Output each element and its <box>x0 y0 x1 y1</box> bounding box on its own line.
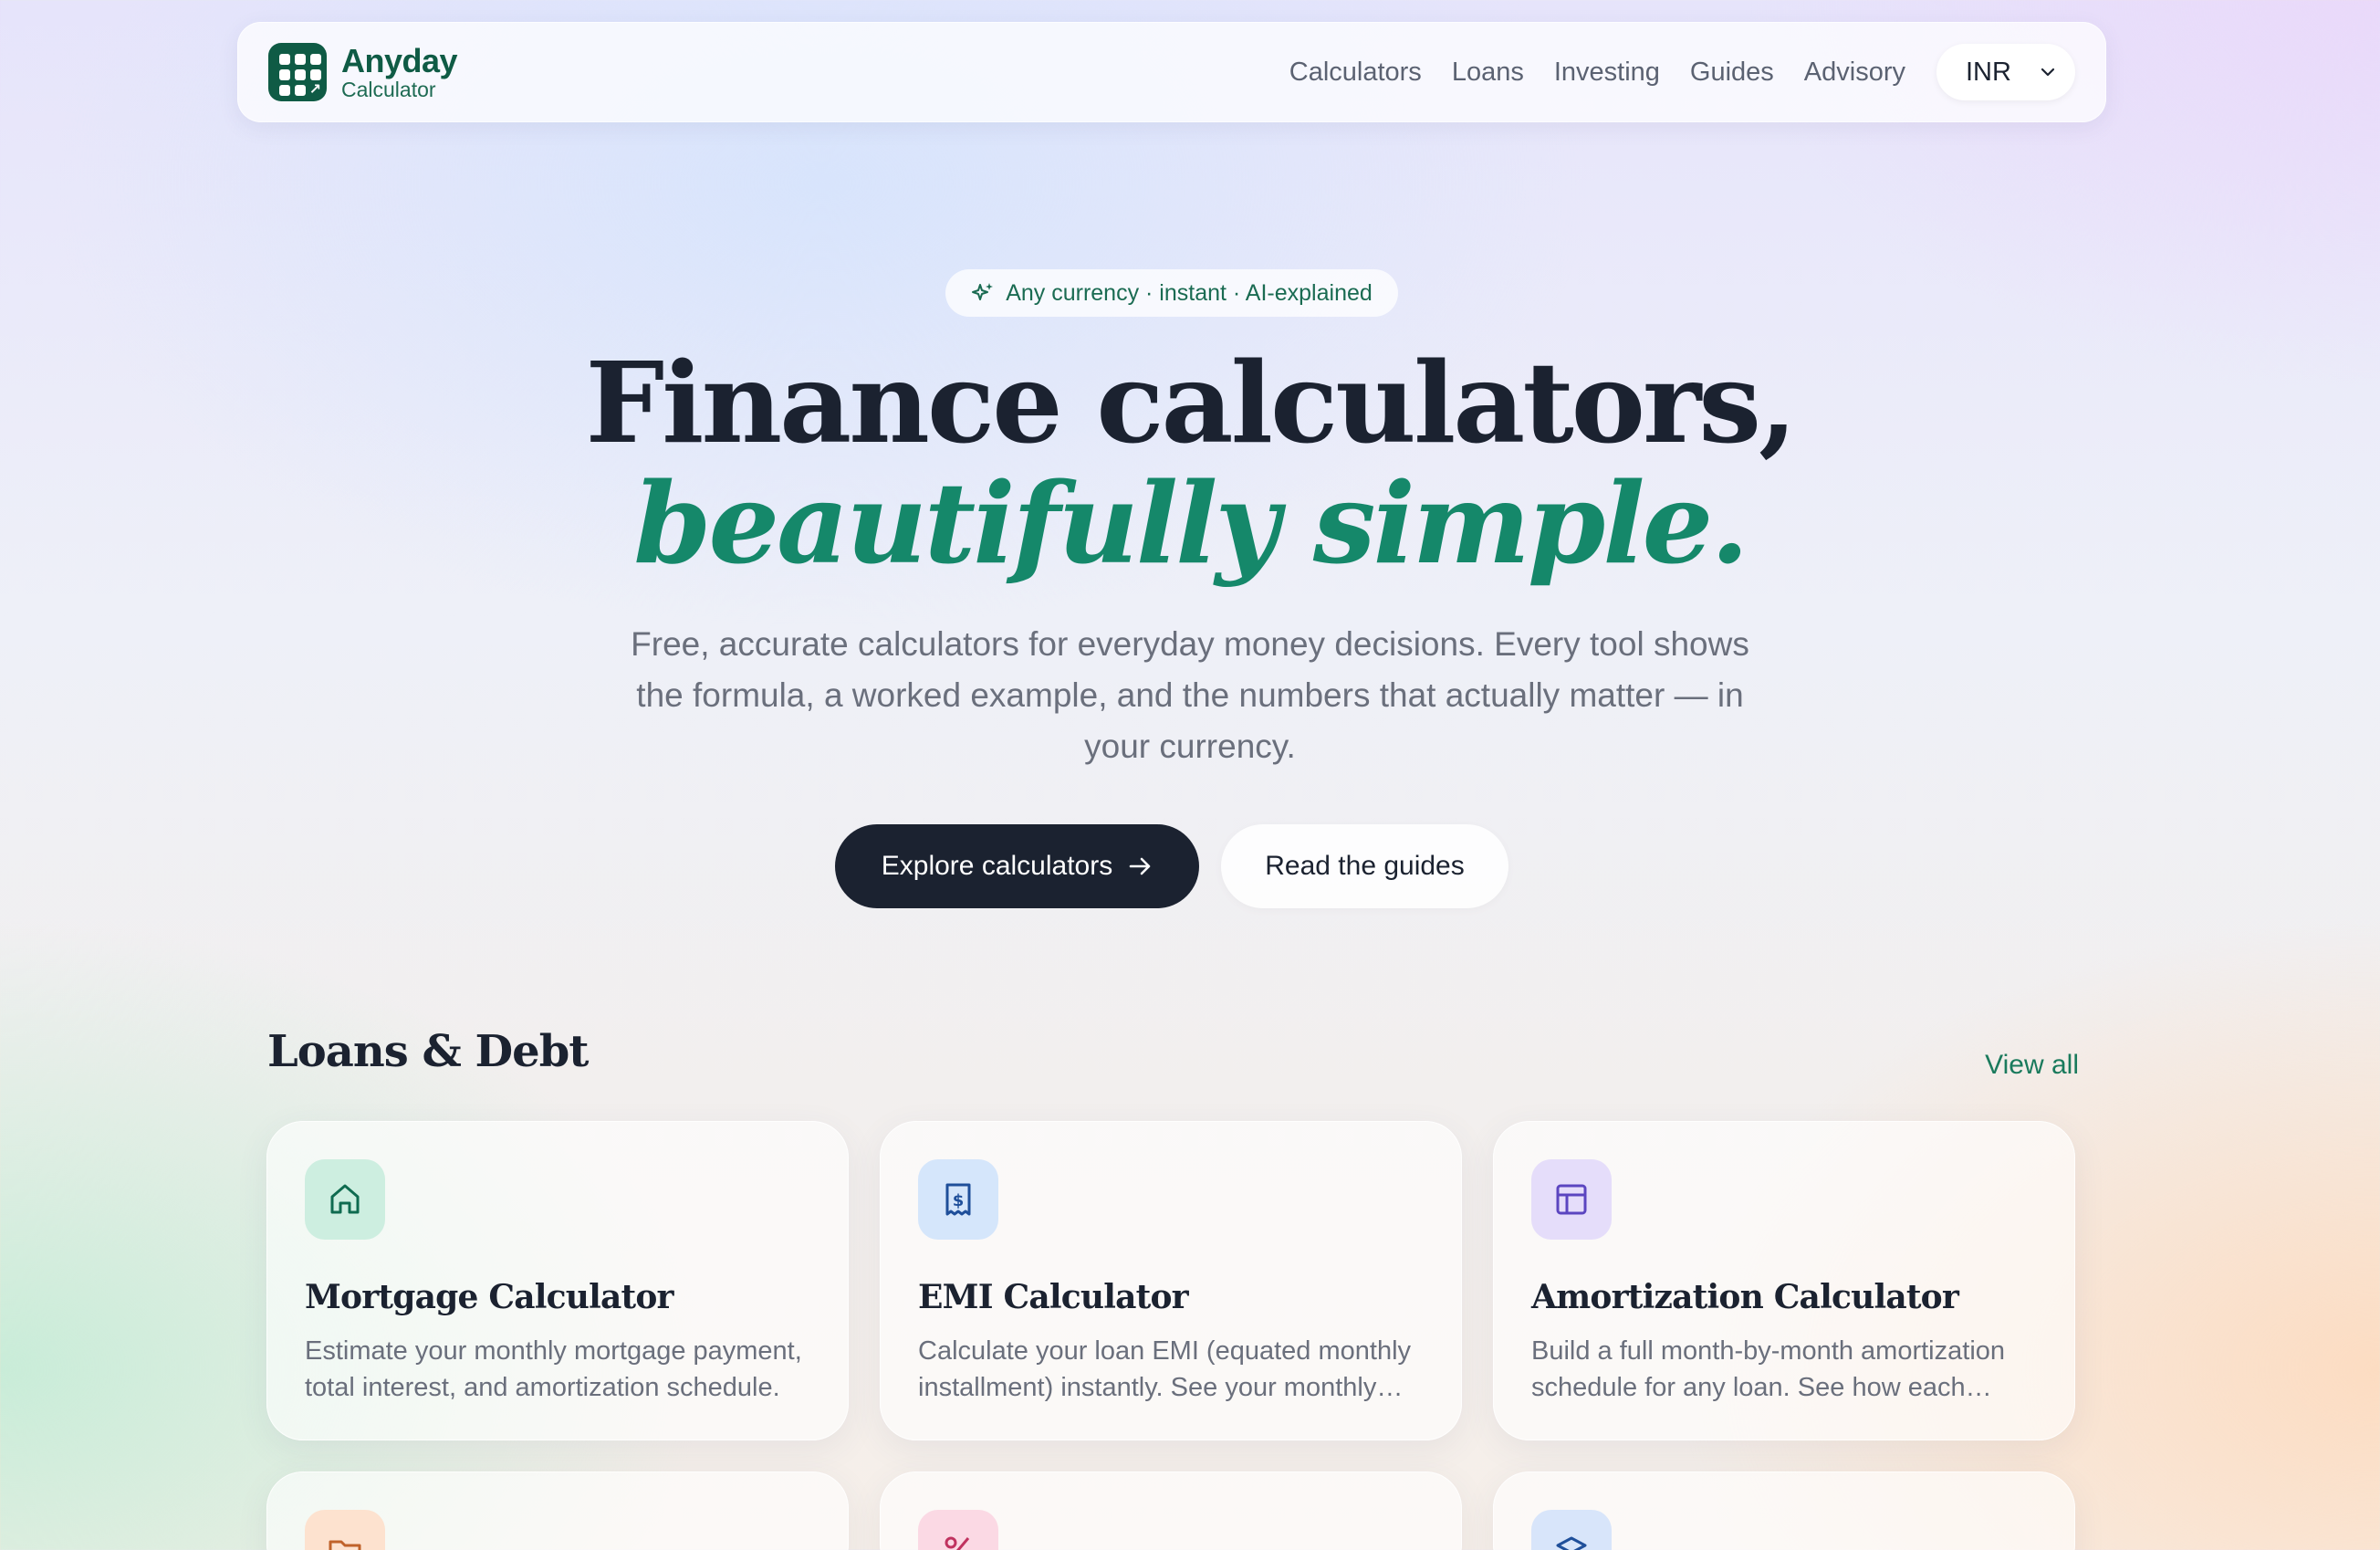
nav-link-guides[interactable]: Guides <box>1690 58 1774 88</box>
currency-value: INR <box>1966 57 2011 87</box>
card-amortization-calculator[interactable]: Amortization Calculator Build a full mon… <box>1493 1121 2075 1440</box>
card-row2-1[interactable] <box>266 1471 849 1550</box>
card-description: Estimate your monthly mortgage payment, … <box>305 1336 802 1402</box>
table-icon <box>1531 1159 1612 1240</box>
nav-link-calculators[interactable]: Calculators <box>1289 58 1422 88</box>
card-row2-3[interactable] <box>1493 1471 2075 1550</box>
chevron-down-icon <box>2041 68 2055 77</box>
calculator-grid-icon: ↗ <box>268 43 327 101</box>
explore-calculators-button[interactable]: Explore calculators <box>835 824 1199 908</box>
card-title: Amortization Calculator <box>1531 1278 1959 1316</box>
card-row2-2[interactable] <box>880 1471 1462 1550</box>
folder-icon <box>305 1510 385 1550</box>
sparkle-icon <box>972 283 994 300</box>
card-title: Mortgage Calculator <box>305 1278 674 1316</box>
arrow-right-icon <box>1129 857 1151 875</box>
card-description: Calculate your loan EMI (equated monthly… <box>918 1336 1412 1402</box>
percent-icon <box>918 1510 998 1550</box>
hero-title-accent: beautifully simple. <box>633 457 1748 589</box>
section-title: Loans & Debt <box>267 1026 589 1077</box>
card-description: Build a full month-by-month amortization… <box>1531 1336 2006 1402</box>
nav-link-investing[interactable]: Investing <box>1554 58 1660 88</box>
card-mortgage-calculator[interactable]: Mortgage Calculator Estimate your monthl… <box>266 1121 849 1440</box>
brand-subtitle: Calculator <box>341 77 436 101</box>
currency-select[interactable]: INR <box>1936 44 2075 100</box>
stack-icon <box>1531 1510 1612 1550</box>
home-icon <box>305 1159 385 1240</box>
nav-link-advisory[interactable]: Advisory <box>1804 58 1905 88</box>
read-guides-button[interactable]: Read the guides <box>1221 824 1508 908</box>
hero-title: Finance calculators, <box>585 337 1797 468</box>
hero-lead: Free, accurate calculators for everyday … <box>631 625 1749 765</box>
nav-link-loans[interactable]: Loans <box>1452 58 1524 88</box>
hero-badge: Any currency · instant · AI-explained <box>945 269 1398 317</box>
card-title: EMI Calculator <box>918 1278 1189 1316</box>
card-emi-calculator[interactable]: $ EMI Calculator Calculate your loan EMI… <box>880 1121 1462 1440</box>
explore-calculators-label: Explore calculators <box>881 851 1113 881</box>
hero-badge-text: Any currency · instant · AI-explained <box>1006 279 1373 306</box>
brand-name: Anyday <box>341 41 458 79</box>
brand[interactable]: ↗ Anyday Calculator <box>268 41 458 101</box>
receipt-icon: $ <box>918 1159 998 1240</box>
top-nav: ↗ Anyday Calculator Calculators Loans In… <box>237 22 2106 122</box>
view-all-link[interactable]: View all <box>1962 1050 2079 1081</box>
svg-text:$: $ <box>953 1191 965 1210</box>
read-guides-label: Read the guides <box>1265 851 1465 881</box>
